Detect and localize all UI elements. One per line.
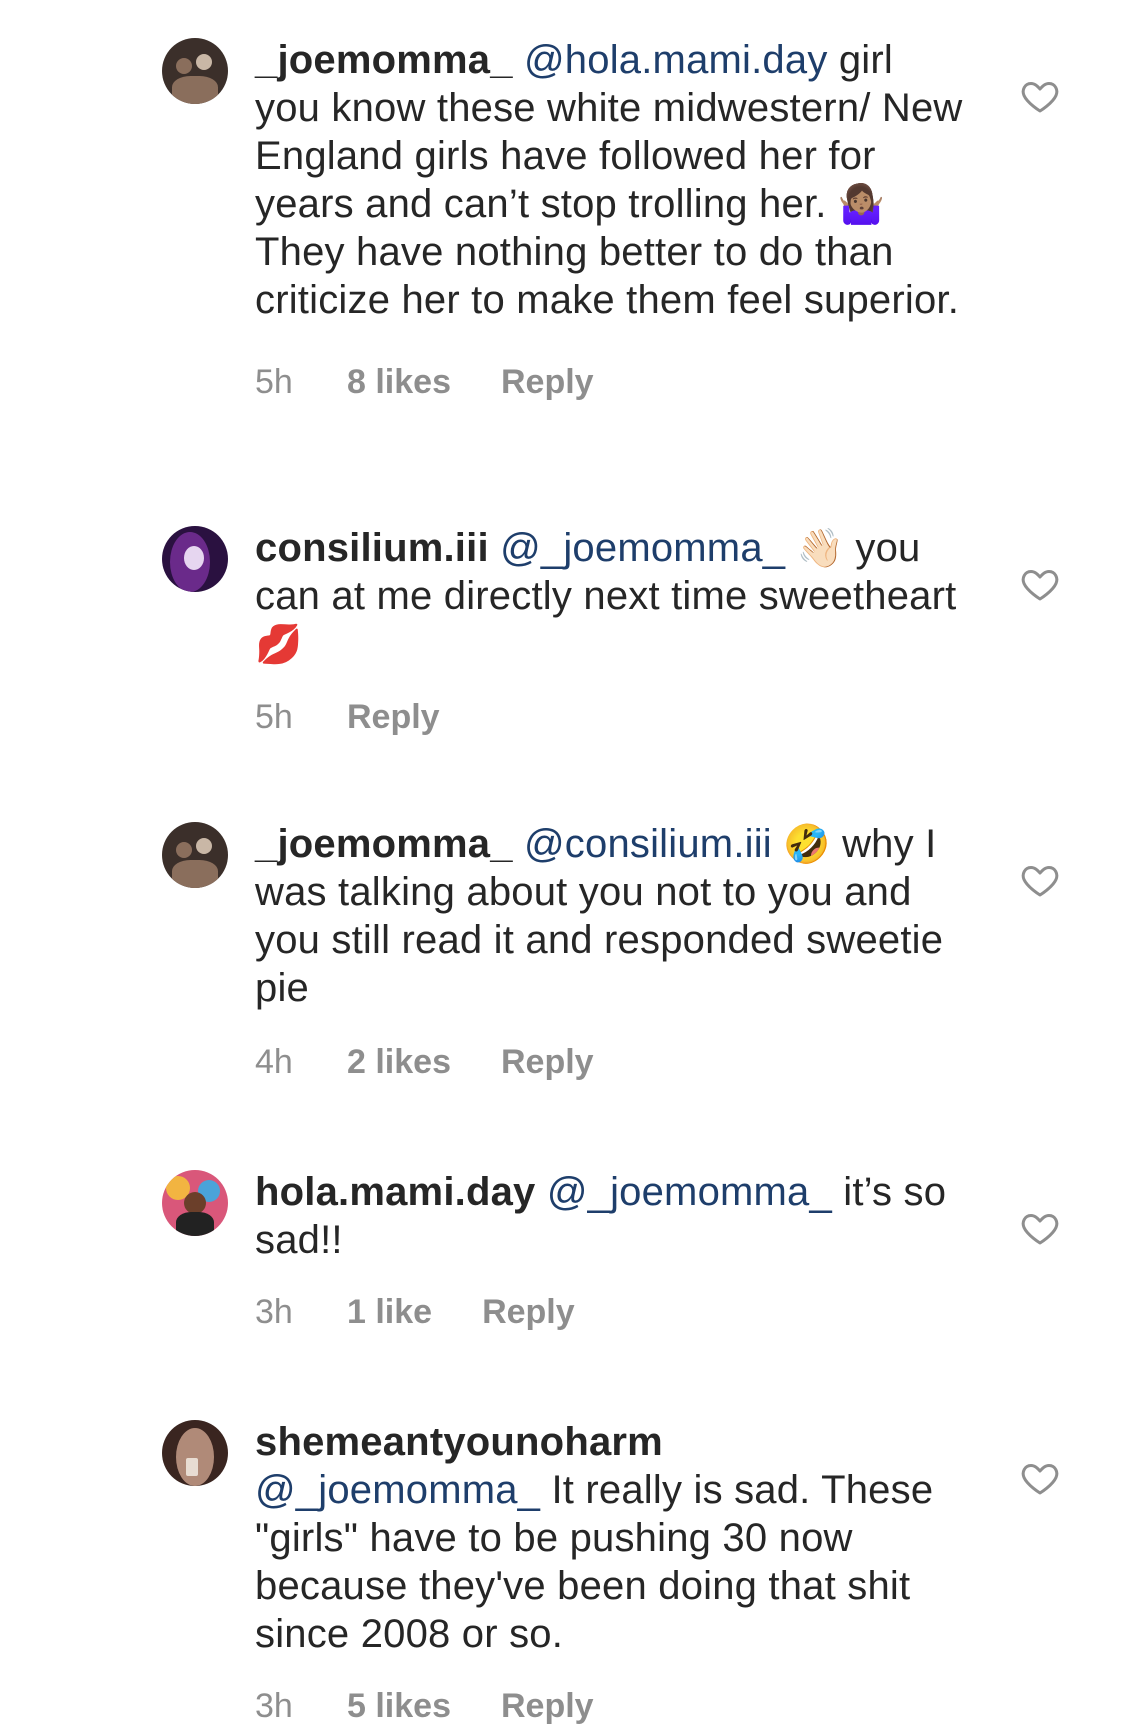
comment-text: hola.mami.day @_joemomma_ it’s so sad!! (255, 1168, 965, 1264)
comment-text: shemeantyounoharm @_joemomma_ It really … (255, 1418, 965, 1658)
comment-text: _joemomma_ @consilium.iii 🤣 why I was ta… (255, 820, 965, 1012)
avatar[interactable] (162, 38, 228, 104)
username[interactable]: _joemomma_ (255, 38, 513, 82)
comment-text-part (772, 822, 783, 866)
avatar[interactable] (162, 526, 228, 592)
avatar[interactable] (162, 822, 228, 888)
heart-outline-icon[interactable] (1020, 1208, 1060, 1248)
comment-text-part (785, 526, 796, 570)
reply-button[interactable]: Reply (501, 1686, 594, 1726)
avatar[interactable] (162, 1420, 228, 1486)
timestamp: 5h (255, 698, 293, 736)
reply-button[interactable]: Reply (501, 1042, 594, 1082)
timestamp: 3h (255, 1687, 293, 1725)
reply-button[interactable]: Reply (482, 1292, 575, 1332)
kiss-mark-emoji-icon: 💋 (255, 622, 303, 666)
comment-text-part: They have nothing better to do than crit… (255, 230, 960, 322)
comment-meta: 4h 2 likes Reply (255, 1042, 594, 1082)
timestamp: 4h (255, 1043, 293, 1081)
likes-count[interactable]: 8 likes (347, 362, 451, 402)
reply-button[interactable]: Reply (501, 362, 594, 402)
mention-link[interactable]: @_joemomma_ (500, 526, 785, 570)
rolling-laughing-emoji-icon: 🤣 (783, 822, 831, 866)
likes-count[interactable]: 1 like (347, 1292, 432, 1332)
comment-meta: 3h 1 like Reply (255, 1292, 575, 1332)
mention-link[interactable]: @consilium.iii (524, 822, 772, 866)
heart-outline-icon[interactable] (1020, 564, 1060, 604)
username[interactable]: hola.mami.day (255, 1170, 535, 1214)
timestamp: 3h (255, 1293, 293, 1331)
waving-hand-emoji-icon: 👋🏻 (796, 526, 845, 570)
reply-button[interactable]: Reply (347, 697, 440, 737)
username[interactable]: consilium.iii (255, 526, 489, 570)
comment-meta: 3h 5 likes Reply (255, 1686, 594, 1726)
likes-count[interactable]: 5 likes (347, 1686, 451, 1726)
heart-outline-icon[interactable] (1020, 76, 1060, 116)
mention-link[interactable]: @hola.mami.day (524, 38, 828, 82)
avatar[interactable] (162, 1170, 228, 1236)
heart-outline-icon[interactable] (1020, 860, 1060, 900)
username[interactable]: shemeantyounoharm (255, 1420, 663, 1464)
heart-outline-icon[interactable] (1020, 1458, 1060, 1498)
shrug-emoji-icon: 🤷🏽‍♀️ (837, 182, 886, 226)
comment-meta: 5h Reply (255, 697, 440, 737)
likes-count[interactable]: 2 likes (347, 1042, 451, 1082)
mention-link[interactable]: @_joemomma_ (547, 1170, 832, 1214)
timestamp: 5h (255, 363, 293, 401)
comment-meta: 5h 8 likes Reply (255, 362, 594, 402)
comment-text: _joemomma_ @hola.mami.day girl you know … (255, 36, 965, 324)
mention-link[interactable]: @_joemomma_ (255, 1468, 540, 1512)
comment-text: consilium.iii @_joemomma_ 👋🏻 you can at … (255, 524, 965, 668)
username[interactable]: _joemomma_ (255, 822, 513, 866)
